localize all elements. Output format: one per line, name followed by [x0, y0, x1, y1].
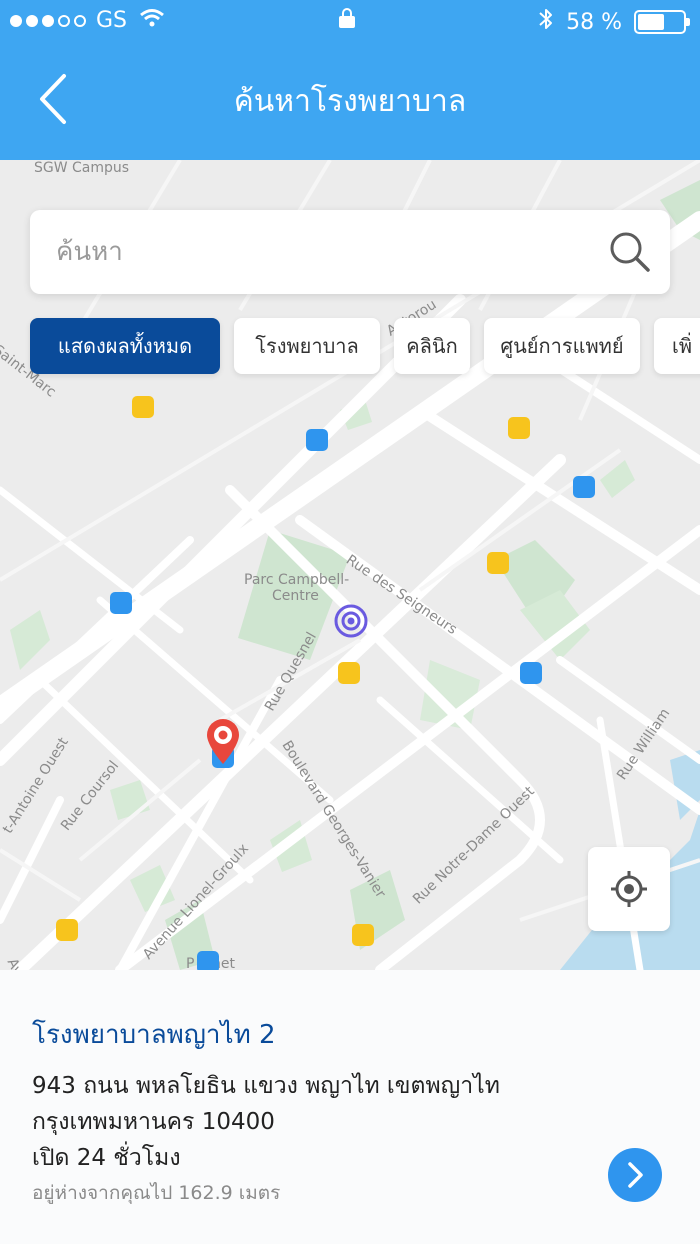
clinic-marker[interactable] — [487, 552, 509, 574]
hospital-name: โรงพยาบาลพญาไท 2 — [32, 1020, 276, 1050]
filter-chip-clinic[interactable]: คลินิก — [394, 318, 470, 374]
filter-chip-more[interactable]: เพิ่ — [654, 318, 700, 374]
clinic-marker[interactable] — [338, 662, 360, 684]
crosshair-icon — [611, 871, 647, 907]
user-location-icon — [334, 604, 368, 638]
filter-chip-medical-center[interactable]: ศูนย์การแพทย์ — [484, 318, 640, 374]
opening-hours: เปิด 24 ชั่วโมง — [32, 1145, 181, 1171]
hospital-marker[interactable] — [573, 476, 595, 498]
battery-percent: 58 % — [566, 9, 622, 35]
bluetooth-icon — [538, 6, 554, 38]
filter-chip-all[interactable]: แสดงผลทั้งหมด — [30, 318, 220, 374]
status-bar: GS 58 % — [0, 0, 700, 40]
clinic-marker[interactable] — [352, 924, 374, 946]
locate-me-button[interactable] — [588, 847, 670, 931]
signal-dot-empty-icon — [74, 14, 86, 27]
chevron-right-icon — [628, 1162, 643, 1188]
map-view[interactable]: SGW Campus Parc Campbell- Centre Rue des… — [0, 160, 700, 970]
filter-chips: แสดงผลทั้งหมด โรงพยาบาล คลินิก ศูนย์การแ… — [30, 318, 700, 374]
search-icon[interactable] — [608, 230, 652, 274]
address-line: 943 ถนน พหลโยธิน แขวง พญาไท เขตพญาไท — [32, 1073, 500, 1099]
hospital-marker[interactable] — [306, 429, 328, 451]
filter-chip-hospital[interactable]: โรงพยาบาล — [234, 318, 380, 374]
clinic-marker[interactable] — [132, 396, 154, 418]
selected-location-pin-icon[interactable] — [204, 718, 242, 766]
clinic-marker[interactable] — [56, 919, 78, 941]
search-input[interactable] — [56, 230, 596, 274]
signal-dot-icon — [26, 14, 38, 27]
signal-dot-icon — [42, 14, 54, 27]
hospital-marker[interactable] — [110, 592, 132, 614]
hospital-address: 943 ถนน พหลโยธิน แขวง พญาไท เขตพญาไท กรุ… — [32, 1068, 500, 1176]
hospital-info-card[interactable]: โรงพยาบาลพญาไท 2 943 ถนน พหลโยธิน แขวง พ… — [0, 970, 700, 1244]
cellular-signal: GS — [10, 8, 165, 33]
carrier-name: GS — [96, 8, 128, 33]
map-label: Centre — [272, 588, 319, 604]
lock-icon — [339, 8, 355, 28]
signal-dot-empty-icon — [58, 14, 70, 27]
map-label: SGW Campus — [34, 160, 130, 176]
signal-dot-icon — [10, 14, 22, 27]
hospital-marker[interactable] — [197, 951, 219, 970]
battery-icon — [634, 10, 690, 34]
search-bar — [30, 210, 670, 294]
page-title: ค้นหาโรงพยาบาล — [233, 84, 467, 119]
hospital-marker[interactable] — [520, 662, 542, 684]
distance-text: อยู่ห่างจากคุณไป 162.9 เมตร — [32, 1182, 281, 1204]
details-button[interactable] — [608, 1148, 662, 1202]
clinic-marker[interactable] — [508, 417, 530, 439]
app-header: GS 58 % ค้นหาโรงพยาบาล — [0, 0, 700, 160]
wifi-icon — [139, 8, 165, 33]
address-line: กรุงเทพมหานคร 10400 — [32, 1109, 275, 1135]
map-label: Parc Campbell- — [244, 572, 350, 588]
